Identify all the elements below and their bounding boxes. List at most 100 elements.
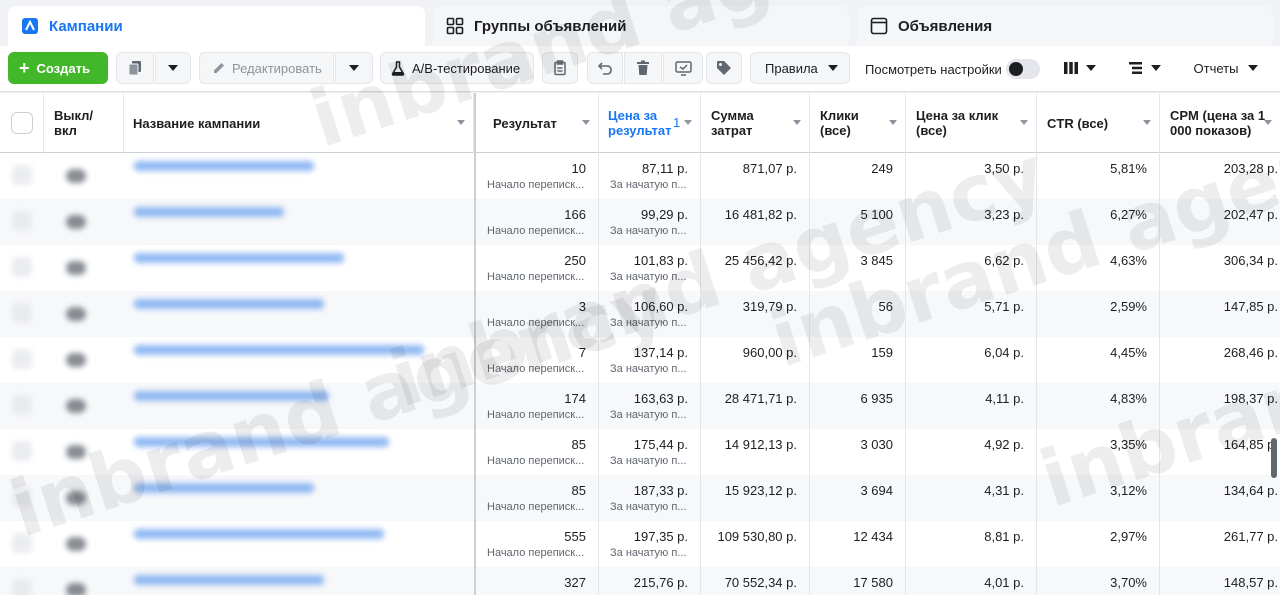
delivery-toggle[interactable] (66, 169, 86, 183)
table-row[interactable]: 85 Начало переписк... 187,33 р. За начатую … (0, 475, 1280, 521)
delivery-toggle[interactable] (66, 215, 86, 229)
col-cost-per-result[interactable]: Цена за результат 1 (599, 93, 701, 153)
delivery-toggle[interactable] (66, 353, 86, 367)
table-row[interactable]: 85 Начало переписк... 175,44 р. За начатую … (0, 429, 1280, 475)
tab-campaigns[interactable]: Кампании (8, 6, 425, 46)
view-settings-toggle[interactable] (1006, 59, 1040, 79)
duplicate-button[interactable] (116, 52, 154, 84)
row-checkbox[interactable] (12, 349, 32, 369)
col-ctr[interactable]: CTR (все) (1037, 93, 1160, 153)
campaign-name-link[interactable] (134, 575, 324, 585)
row-checkbox[interactable] (12, 533, 32, 553)
cell-spent-value: 28 471,71 р. (724, 391, 797, 406)
col-clicks[interactable]: Клики (все) (810, 93, 906, 153)
row-checkbox-cell (0, 199, 44, 245)
tag-button[interactable] (706, 52, 742, 84)
cell-cpm-value: 306,34 р. (1223, 253, 1278, 268)
cell-clicks: 3 694 (810, 475, 906, 521)
cell-result-sub: Начало переписк... (487, 363, 585, 375)
undo-button[interactable] (587, 52, 623, 84)
table-row[interactable]: 327 215,76 р. 70 552,34 р. 17 580 4,01 р. 3,7… (0, 567, 1280, 595)
sort-caret-icon (793, 120, 801, 125)
delivery-toggle[interactable] (66, 445, 86, 459)
row-checkbox[interactable] (12, 579, 32, 595)
cell-ctr: 3,12% (1037, 475, 1160, 521)
cell-cpm-value: 261,77 р. (1223, 529, 1278, 544)
create-button[interactable]: + Создать (8, 52, 108, 84)
row-checkbox[interactable] (12, 303, 32, 323)
reports-button[interactable]: Отчеты (1184, 52, 1268, 84)
cell-cpm: 268,46 р. (1160, 337, 1280, 383)
delivery-toggle[interactable] (66, 261, 86, 275)
preview-button[interactable] (663, 52, 703, 84)
table-row[interactable]: 250 Начало переписк... 101,83 р. За начатую… (0, 245, 1280, 291)
col-cpc[interactable]: Цена за клик (все) (906, 93, 1037, 153)
row-checkbox[interactable] (12, 487, 32, 507)
cell-clicks: 17 580 (810, 567, 906, 595)
row-toggle-cell (44, 153, 124, 199)
cell-cpc-value: 6,62 р. (984, 253, 1024, 268)
col-name[interactable]: Название кампании (124, 93, 474, 153)
cell-ctr: 2,97% (1037, 521, 1160, 567)
col-spent[interactable]: Сумма затрат (701, 93, 810, 153)
campaign-name-link[interactable] (134, 529, 384, 539)
col-result[interactable]: Результат (476, 93, 599, 153)
row-checkbox[interactable] (12, 395, 32, 415)
delivery-toggle[interactable] (66, 583, 86, 595)
campaign-name-link[interactable] (134, 483, 314, 493)
cell-cpr: 175,44 р. За начатую п... (599, 429, 701, 475)
breakdown-button[interactable] (1119, 52, 1169, 84)
clipboard-button[interactable] (542, 52, 578, 84)
campaign-name-link[interactable] (134, 299, 324, 309)
row-checkbox[interactable] (12, 211, 32, 231)
campaign-name-link[interactable] (134, 437, 389, 447)
cell-result-sub: Начало переписк... (487, 317, 585, 329)
campaign-name-link[interactable] (134, 345, 424, 355)
tab-adsets[interactable]: Группы объявлений (433, 6, 849, 46)
col-result-label: Результат (493, 115, 557, 131)
row-checkbox-cell (0, 153, 44, 199)
edit-dropdown[interactable] (335, 52, 373, 84)
columns-button[interactable] (1054, 52, 1104, 84)
cell-cpr: 215,76 р. (599, 567, 701, 595)
cell-cpc: 3,50 р. (906, 153, 1037, 199)
rules-button[interactable]: Правила (750, 52, 850, 84)
delivery-toggle[interactable] (66, 307, 86, 321)
cell-cpc: 3,23 р. (906, 199, 1037, 245)
table-header: Выкл/ вкл Название кампании Результат Це… (0, 93, 1280, 153)
table-row[interactable]: 174 Начало переписк... 163,63 р. За начатую… (0, 383, 1280, 429)
campaign-name-link[interactable] (134, 253, 344, 263)
campaign-name-link[interactable] (134, 161, 314, 171)
row-checkbox[interactable] (12, 165, 32, 185)
cell-cpc-value: 4,92 р. (984, 437, 1024, 452)
table-row[interactable]: 10 Начало переписк... 87,11 р. За начатую п… (0, 153, 1280, 199)
table-row[interactable]: 3 Начало переписк... 106,60 р. За начатую п… (0, 291, 1280, 337)
col-cpm[interactable]: CPM (цена за 1 000 показов) (1160, 93, 1280, 153)
cell-result: 166 Начало переписк... (476, 199, 599, 245)
row-checkbox[interactable] (12, 441, 32, 461)
cell-cpr-sub: За начатую п... (610, 409, 687, 421)
cell-cpm: 164,85 р. (1160, 429, 1280, 475)
scrollbar[interactable] (1271, 438, 1277, 478)
table-row[interactable]: 555 Начало переписк... 197,35 р. За начатую… (0, 521, 1280, 567)
campaign-name-link[interactable] (134, 391, 329, 401)
cell-result: 174 Начало переписк... (476, 383, 599, 429)
delete-button[interactable] (624, 52, 662, 84)
cell-clicks: 3 030 (810, 429, 906, 475)
cell-ctr: 2,59% (1037, 291, 1160, 337)
delivery-toggle[interactable] (66, 491, 86, 505)
col-toggle[interactable]: Выкл/ вкл (44, 93, 124, 153)
row-checkbox[interactable] (12, 257, 32, 277)
ab-test-button[interactable]: A/B-тестирование (380, 52, 534, 84)
duplicate-dropdown[interactable] (155, 52, 191, 84)
campaign-name-link[interactable] (134, 207, 284, 217)
table-row[interactable]: 7 Начало переписк... 137,14 р. За начатую п… (0, 337, 1280, 383)
delivery-toggle[interactable] (66, 537, 86, 551)
table-row[interactable]: 166 Начало переписк... 99,29 р. За начатую … (0, 199, 1280, 245)
select-all-checkbox[interactable] (10, 112, 33, 134)
delivery-toggle[interactable] (66, 399, 86, 413)
edit-button[interactable]: Редактировать (199, 52, 334, 84)
tab-ads[interactable]: Объявления (857, 6, 1273, 46)
select-all-cell (0, 93, 44, 153)
pencil-icon (214, 63, 224, 73)
